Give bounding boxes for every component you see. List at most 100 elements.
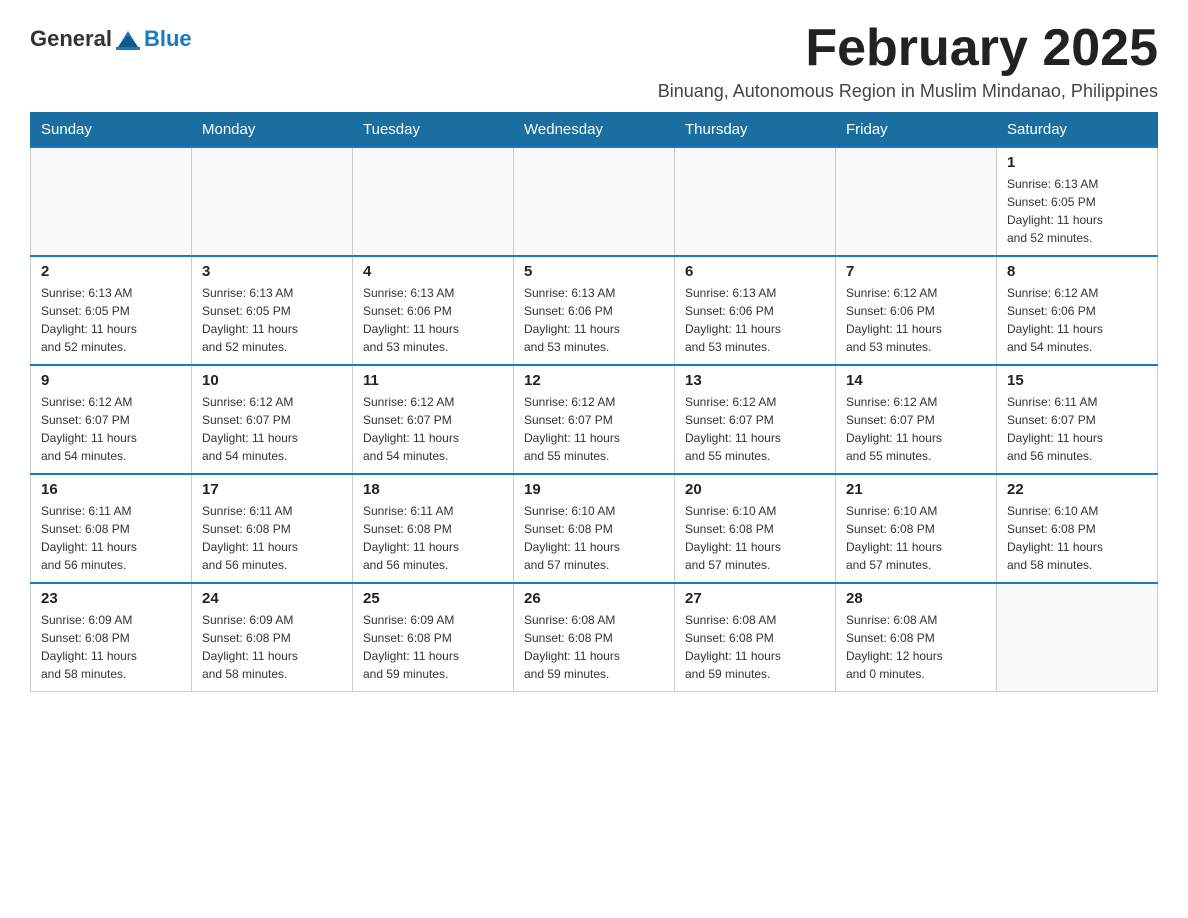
calendar-day: 10 Sunrise: 6:12 AMSunset: 6:07 PMDayligh…	[192, 365, 353, 474]
day-number: 22	[1007, 481, 1147, 498]
header-thursday: Thursday	[675, 113, 836, 148]
day-info: Sunrise: 6:12 AMSunset: 6:07 PMDaylight:…	[41, 393, 181, 465]
day-info: Sunrise: 6:08 AMSunset: 6:08 PMDaylight:…	[846, 611, 986, 683]
calendar-header: Sunday Monday Tuesday Wednesday Thursday…	[31, 113, 1158, 148]
calendar-day	[31, 147, 192, 256]
calendar-day: 2Sunrise: 6:13 AMSunset: 6:05 PMDaylight…	[31, 256, 192, 365]
header-monday: Monday	[192, 113, 353, 148]
logo: General Blue	[30, 25, 192, 53]
calendar-table: Sunday Monday Tuesday Wednesday Thursday…	[30, 112, 1158, 692]
header-tuesday: Tuesday	[353, 113, 514, 148]
calendar-day: 8Sunrise: 6:12 AMSunset: 6:06 PMDaylight…	[997, 256, 1158, 365]
day-info: Sunrise: 6:08 AMSunset: 6:08 PMDaylight:…	[524, 611, 664, 683]
calendar-day: 22 Sunrise: 6:10 AMSunset: 6:08 PMDayligh…	[997, 474, 1158, 583]
day-number: 26	[524, 590, 664, 607]
title-area: February 2025 Binuang, Autonomous Region…	[658, 20, 1158, 102]
calendar-body: 1 Sunrise: 6:13 AMSunset: 6:05 PMDaylight…	[31, 147, 1158, 692]
header-friday: Friday	[836, 113, 997, 148]
calendar-day: 13 Sunrise: 6:12 AMSunset: 6:07 PMDayligh…	[675, 365, 836, 474]
day-number: 9	[41, 372, 181, 389]
day-info: Sunrise: 6:13 AMSunset: 6:05 PMDaylight:…	[202, 284, 342, 356]
day-info: Sunrise: 6:11 AMSunset: 6:08 PMDaylight:…	[363, 502, 503, 574]
logo-blue-text: Blue	[144, 26, 192, 52]
header-saturday: Saturday	[997, 113, 1158, 148]
calendar-day: 24 Sunrise: 6:09 AMSunset: 6:08 PMDayligh…	[192, 583, 353, 692]
day-info: Sunrise: 6:12 AMSunset: 6:07 PMDaylight:…	[202, 393, 342, 465]
calendar-day	[192, 147, 353, 256]
day-number: 6	[685, 263, 825, 280]
day-info: Sunrise: 6:08 AMSunset: 6:08 PMDaylight:…	[685, 611, 825, 683]
page-title: February 2025	[658, 20, 1158, 77]
day-number: 5	[524, 263, 664, 280]
calendar-day: 15Sunrise: 6:11 AMSunset: 6:07 PMDayligh…	[997, 365, 1158, 474]
header-wednesday: Wednesday	[514, 113, 675, 148]
day-number: 23	[41, 590, 181, 607]
day-number: 4	[363, 263, 503, 280]
day-number: 15	[1007, 372, 1147, 389]
calendar-header-row: Sunday Monday Tuesday Wednesday Thursday…	[31, 113, 1158, 148]
day-number: 8	[1007, 263, 1147, 280]
calendar-day	[514, 147, 675, 256]
day-number: 10	[202, 372, 342, 389]
calendar-day: 9 Sunrise: 6:12 AMSunset: 6:07 PMDaylight…	[31, 365, 192, 474]
calendar-day: 23 Sunrise: 6:09 AMSunset: 6:08 PMDayligh…	[31, 583, 192, 692]
calendar-day: 11Sunrise: 6:12 AMSunset: 6:07 PMDayligh…	[353, 365, 514, 474]
day-info: Sunrise: 6:12 AMSunset: 6:07 PMDaylight:…	[685, 393, 825, 465]
day-info: Sunrise: 6:10 AMSunset: 6:08 PMDaylight:…	[685, 502, 825, 574]
day-info: Sunrise: 6:11 AMSunset: 6:08 PMDaylight:…	[202, 502, 342, 574]
calendar-day	[836, 147, 997, 256]
day-number: 18	[363, 481, 503, 498]
calendar-day: 27 Sunrise: 6:08 AMSunset: 6:08 PMDayligh…	[675, 583, 836, 692]
day-number: 25	[363, 590, 503, 607]
day-info: Sunrise: 6:09 AMSunset: 6:08 PMDaylight:…	[41, 611, 181, 683]
calendar-day: 7Sunrise: 6:12 AMSunset: 6:06 PMDaylight…	[836, 256, 997, 365]
day-info: Sunrise: 6:13 AMSunset: 6:06 PMDaylight:…	[524, 284, 664, 356]
calendar-day: 28 Sunrise: 6:08 AMSunset: 6:08 PMDayligh…	[836, 583, 997, 692]
calendar-day: 18 Sunrise: 6:11 AMSunset: 6:08 PMDayligh…	[353, 474, 514, 583]
calendar-day: 5 Sunrise: 6:13 AMSunset: 6:06 PMDaylight…	[514, 256, 675, 365]
page-subtitle: Binuang, Autonomous Region in Muslim Min…	[658, 81, 1158, 102]
day-number: 3	[202, 263, 342, 280]
calendar-day: 16 Sunrise: 6:11 AMSunset: 6:08 PMDayligh…	[31, 474, 192, 583]
day-number: 28	[846, 590, 986, 607]
day-number: 27	[685, 590, 825, 607]
calendar-day: 12 Sunrise: 6:12 AMSunset: 6:07 PMDayligh…	[514, 365, 675, 474]
calendar-day: 17 Sunrise: 6:11 AMSunset: 6:08 PMDayligh…	[192, 474, 353, 583]
day-info: Sunrise: 6:10 AMSunset: 6:08 PMDaylight:…	[1007, 502, 1147, 574]
day-number: 17	[202, 481, 342, 498]
day-number: 16	[41, 481, 181, 498]
calendar-day: 6 Sunrise: 6:13 AMSunset: 6:06 PMDaylight…	[675, 256, 836, 365]
calendar-week-2: 2Sunrise: 6:13 AMSunset: 6:05 PMDaylight…	[31, 256, 1158, 365]
calendar-day	[675, 147, 836, 256]
calendar-day: 26 Sunrise: 6:08 AMSunset: 6:08 PMDayligh…	[514, 583, 675, 692]
calendar-day: 4 Sunrise: 6:13 AMSunset: 6:06 PMDaylight…	[353, 256, 514, 365]
calendar-week-4: 16 Sunrise: 6:11 AMSunset: 6:08 PMDayligh…	[31, 474, 1158, 583]
page-header: General Blue February 2025 Binuang, Auto…	[30, 20, 1158, 102]
day-info: Sunrise: 6:11 AMSunset: 6:08 PMDaylight:…	[41, 502, 181, 574]
calendar-day: 20 Sunrise: 6:10 AMSunset: 6:08 PMDayligh…	[675, 474, 836, 583]
day-info: Sunrise: 6:13 AMSunset: 6:05 PMDaylight:…	[1007, 175, 1147, 247]
day-info: Sunrise: 6:10 AMSunset: 6:08 PMDaylight:…	[846, 502, 986, 574]
day-info: Sunrise: 6:12 AMSunset: 6:07 PMDaylight:…	[524, 393, 664, 465]
calendar-week-1: 1 Sunrise: 6:13 AMSunset: 6:05 PMDaylight…	[31, 147, 1158, 256]
day-info: Sunrise: 6:13 AMSunset: 6:06 PMDaylight:…	[685, 284, 825, 356]
day-number: 21	[846, 481, 986, 498]
header-sunday: Sunday	[31, 113, 192, 148]
day-number: 24	[202, 590, 342, 607]
calendar-week-3: 9 Sunrise: 6:12 AMSunset: 6:07 PMDaylight…	[31, 365, 1158, 474]
day-number: 20	[685, 481, 825, 498]
day-number: 12	[524, 372, 664, 389]
day-number: 1	[1007, 154, 1147, 171]
day-number: 14	[846, 372, 986, 389]
calendar-day: 1 Sunrise: 6:13 AMSunset: 6:05 PMDaylight…	[997, 147, 1158, 256]
calendar-day: 19Sunrise: 6:10 AMSunset: 6:08 PMDayligh…	[514, 474, 675, 583]
day-info: Sunrise: 6:13 AMSunset: 6:05 PMDaylight:…	[41, 284, 181, 356]
day-number: 13	[685, 372, 825, 389]
day-number: 19	[524, 481, 664, 498]
day-info: Sunrise: 6:13 AMSunset: 6:06 PMDaylight:…	[363, 284, 503, 356]
calendar-week-5: 23 Sunrise: 6:09 AMSunset: 6:08 PMDayligh…	[31, 583, 1158, 692]
day-info: Sunrise: 6:09 AMSunset: 6:08 PMDaylight:…	[202, 611, 342, 683]
calendar-day: 21 Sunrise: 6:10 AMSunset: 6:08 PMDayligh…	[836, 474, 997, 583]
calendar-day	[353, 147, 514, 256]
day-number: 7	[846, 263, 986, 280]
